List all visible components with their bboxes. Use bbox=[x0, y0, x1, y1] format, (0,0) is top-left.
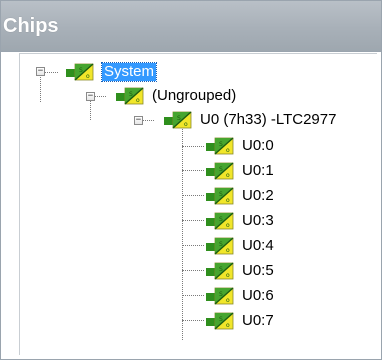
tree-node-channel[interactable]: So U0:1 bbox=[20, 161, 380, 181]
chip-icon: So bbox=[206, 212, 238, 230]
svg-text:o: o bbox=[136, 97, 140, 104]
tree-node-label: U0:4 bbox=[242, 237, 274, 254]
svg-text:o: o bbox=[226, 222, 230, 229]
svg-text:S: S bbox=[219, 141, 223, 148]
collapse-toggle[interactable]: − bbox=[134, 116, 143, 125]
svg-text:o: o bbox=[184, 121, 188, 128]
tree-node-label: U0:3 bbox=[242, 212, 274, 229]
tree-node-chip[interactable]: − S o U0 (7h33) -LTC2977 bbox=[20, 110, 380, 130]
tree-line bbox=[182, 124, 183, 340]
chip-icon: S o bbox=[66, 63, 98, 81]
tree-node-label: U0:7 bbox=[242, 312, 274, 329]
svg-text:S: S bbox=[219, 316, 223, 323]
svg-text:S: S bbox=[79, 67, 83, 74]
svg-text:S: S bbox=[219, 216, 223, 223]
tree-node-group[interactable]: − S o (Ungrouped) bbox=[20, 86, 380, 106]
chip-icon: So bbox=[206, 162, 238, 180]
svg-text:o: o bbox=[226, 172, 230, 179]
chip-icon: So bbox=[206, 312, 238, 330]
svg-text:o: o bbox=[86, 73, 90, 80]
tree-node-channel[interactable]: So U0:5 bbox=[20, 261, 380, 281]
svg-text:S: S bbox=[177, 115, 181, 122]
svg-text:o: o bbox=[226, 272, 230, 279]
tree-node-label: U0 (7h33) -LTC2977 bbox=[200, 111, 337, 128]
tree-node-channel[interactable]: So U0:7 bbox=[20, 311, 380, 331]
svg-text:o: o bbox=[226, 247, 230, 254]
chips-tree[interactable]: − S o System − S o (Ungrouped) − S o U0 … bbox=[19, 53, 377, 355]
chip-icon: So bbox=[206, 187, 238, 205]
svg-text:S: S bbox=[219, 191, 223, 198]
collapse-toggle[interactable]: − bbox=[86, 92, 95, 101]
tree-node-channel[interactable]: So U0:4 bbox=[20, 236, 380, 256]
svg-text:o: o bbox=[226, 197, 230, 204]
svg-text:o: o bbox=[226, 147, 230, 154]
tree-node-label: U0:5 bbox=[242, 262, 274, 279]
chip-icon: So bbox=[206, 262, 238, 280]
tree-node-channel[interactable]: So U0:3 bbox=[20, 211, 380, 231]
tree-node-channel[interactable]: So U0:0 bbox=[20, 136, 380, 156]
tree-node-label: U0:2 bbox=[242, 187, 274, 204]
tree-node-channel[interactable]: So U0:6 bbox=[20, 286, 380, 306]
collapse-toggle[interactable]: − bbox=[36, 67, 45, 76]
tree-node-label: U0:0 bbox=[242, 137, 274, 154]
svg-text:o: o bbox=[226, 297, 230, 304]
svg-text:o: o bbox=[226, 322, 230, 329]
tree-node-label: U0:1 bbox=[242, 162, 274, 179]
tree-node-label: U0:6 bbox=[242, 287, 274, 304]
panel-title: Chips bbox=[1, 1, 381, 52]
svg-text:S: S bbox=[219, 266, 223, 273]
tree-node-label: (Ungrouped) bbox=[152, 87, 237, 104]
chip-icon: So bbox=[206, 137, 238, 155]
svg-text:S: S bbox=[219, 291, 223, 298]
chip-icon: So bbox=[206, 237, 238, 255]
svg-text:S: S bbox=[219, 241, 223, 248]
tree-node-channel[interactable]: So U0:2 bbox=[20, 186, 380, 206]
svg-text:S: S bbox=[129, 91, 133, 98]
svg-text:S: S bbox=[219, 166, 223, 173]
chips-panel: Chips − S o System − S o (Ungrouped) − S… bbox=[0, 0, 382, 360]
tree-node-label[interactable]: System bbox=[100, 62, 158, 82]
chip-icon: S o bbox=[164, 111, 196, 129]
chip-icon: S o bbox=[116, 87, 148, 105]
chip-icon: So bbox=[206, 287, 238, 305]
tree-node-system[interactable]: − S o System bbox=[20, 62, 380, 82]
